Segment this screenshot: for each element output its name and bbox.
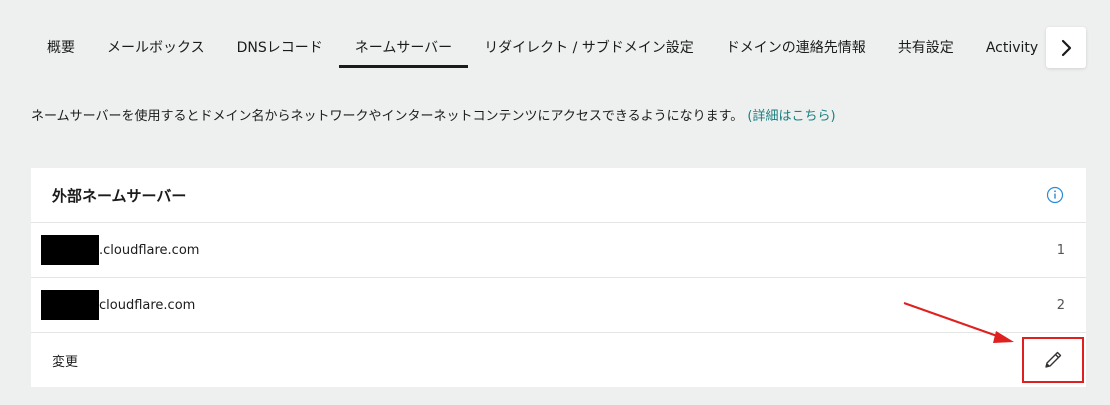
- redacted-block: [41, 235, 99, 265]
- nameserver-index: 2: [1056, 297, 1065, 313]
- nameserver-index: 1: [1056, 242, 1065, 258]
- external-nameservers-card: 外部ネームサーバー .cloudflare.com 1 cloudflare.c…: [31, 168, 1086, 387]
- edit-nameservers-button[interactable]: [1022, 337, 1084, 383]
- tabs-next-button[interactable]: [1046, 27, 1086, 68]
- nameserver-cell: cloudflare.com: [41, 290, 195, 320]
- info-icon[interactable]: [1046, 186, 1064, 204]
- nameserver-row: cloudflare.com 2: [31, 278, 1086, 333]
- tab-dns-records[interactable]: DNSレコード: [221, 30, 339, 68]
- tab-contact-info[interactable]: ドメインの連絡先情報: [710, 30, 882, 68]
- redacted-block: [41, 290, 99, 320]
- tab-sharing[interactable]: 共有設定: [882, 30, 970, 68]
- nameserver-description: ネームサーバーを使用するとドメイン名からネットワークやインターネットコンテンツに…: [31, 108, 836, 126]
- tab-activity[interactable]: Activity: [970, 30, 1054, 68]
- tab-overview[interactable]: 概要: [31, 30, 91, 68]
- tab-mailbox[interactable]: メールボックス: [91, 30, 221, 68]
- details-link[interactable]: (詳細はこちら): [747, 109, 835, 124]
- card-header: 外部ネームサーバー: [31, 168, 1086, 223]
- nameserver-name: cloudflare.com: [99, 297, 196, 313]
- tab-bar: 概要 メールボックス DNSレコード ネームサーバー リダイレクト / サブドメ…: [31, 30, 1046, 68]
- nameserver-name: .cloudflare.com: [99, 242, 200, 258]
- change-row: 変更: [31, 333, 1086, 388]
- card-title: 外部ネームサーバー: [52, 186, 187, 205]
- chevron-right-icon: [1061, 39, 1072, 56]
- pencil-icon: [1045, 351, 1062, 368]
- tab-nameservers[interactable]: ネームサーバー: [338, 30, 469, 68]
- change-label: 変更: [52, 355, 79, 370]
- description-text: ネームサーバーを使用するとドメイン名からネットワークやインターネットコンテンツに…: [31, 109, 744, 124]
- nameserver-row: .cloudflare.com 1: [31, 223, 1086, 278]
- tab-redirect-subdomain[interactable]: リダイレクト / サブドメイン設定: [468, 30, 710, 68]
- nameserver-cell: .cloudflare.com: [41, 235, 199, 265]
- page: 概要 メールボックス DNSレコード ネームサーバー リダイレクト / サブドメ…: [0, 0, 1110, 405]
